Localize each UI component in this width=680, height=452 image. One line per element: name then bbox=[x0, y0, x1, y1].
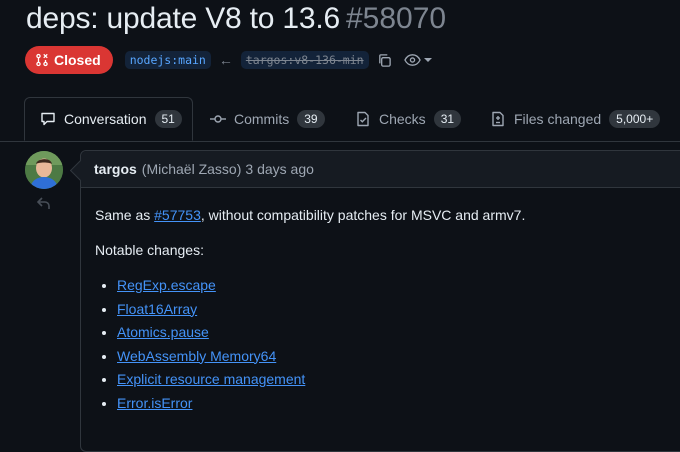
comment-author[interactable]: targos bbox=[94, 161, 137, 177]
tab-label: Checks bbox=[379, 111, 426, 127]
change-link[interactable]: WebAssembly Memory64 bbox=[117, 348, 276, 364]
status-badge: Closed bbox=[25, 46, 113, 74]
eye-icon bbox=[403, 54, 421, 66]
list-item: Error.isError bbox=[117, 395, 680, 412]
base-branch-link[interactable]: nodejs:main bbox=[124, 51, 211, 69]
comment-body: Same as #57753, without compatibility pa… bbox=[81, 188, 680, 437]
avatar[interactable] bbox=[25, 151, 63, 189]
comment-box: targos (Michaël Zasso) 3 days ago Same a… bbox=[69, 150, 680, 452]
intro-suffix: , without compatibility patches for MSVC… bbox=[200, 207, 526, 223]
list-item: Float16Array bbox=[117, 301, 680, 318]
tab-count: 51 bbox=[154, 110, 182, 128]
watch-dropdown-button[interactable] bbox=[403, 53, 432, 67]
tab-conversation[interactable]: Conversation 51 bbox=[24, 97, 193, 141]
tab-count: 31 bbox=[433, 110, 462, 128]
comment-header: targos (Michaël Zasso) 3 days ago bbox=[81, 151, 680, 188]
head-branch-link[interactable]: targos:v8-136-min bbox=[240, 51, 369, 69]
comment-icon bbox=[41, 112, 55, 126]
status-label: Closed bbox=[54, 52, 101, 68]
intro-prefix: Same as bbox=[95, 207, 155, 223]
chevron-down-icon bbox=[423, 58, 432, 62]
checklist-icon bbox=[357, 111, 369, 127]
change-link[interactable]: Error.isError bbox=[117, 395, 192, 411]
change-link[interactable]: Float16Array bbox=[117, 301, 197, 317]
tab-count: 39 bbox=[297, 110, 325, 128]
comment-author-fullname: (Michaël Zasso) bbox=[141, 161, 242, 177]
pr-meta-row: Closed nodejs:main ← targos:v8-136-min bbox=[25, 46, 432, 74]
tab-files-changed[interactable]: Files changed 5,000+ bbox=[480, 97, 670, 141]
change-link[interactable]: Atomics.pause bbox=[117, 324, 209, 340]
list-item: Explicit resource management bbox=[117, 371, 680, 388]
arrow-left-icon: ← bbox=[218, 52, 233, 68]
reply-icon bbox=[36, 196, 52, 215]
pr-title: deps: update V8 to 13.6 bbox=[26, 2, 340, 35]
notable-heading: Notable changes: bbox=[95, 242, 204, 258]
list-item: RegExp.escape bbox=[117, 277, 680, 294]
commit-icon bbox=[210, 115, 226, 123]
pr-reference-link[interactable]: #57753 bbox=[154, 207, 201, 223]
changes-list: RegExp.escape Float16Array Atomics.pause… bbox=[95, 277, 680, 412]
tab-label: Commits bbox=[234, 111, 290, 127]
pr-number: #58070 bbox=[346, 2, 447, 35]
tab-count: 5,000+ bbox=[609, 110, 661, 128]
change-link[interactable]: RegExp.escape bbox=[117, 277, 216, 293]
pr-tabs: Conversation 51 Commits 39 Checks 31 Fil… bbox=[0, 97, 680, 142]
tab-checks[interactable]: Checks 31 bbox=[345, 97, 471, 141]
change-link[interactable]: Explicit resource management bbox=[117, 371, 305, 387]
pr-title-row: deps: update V8 to 13.6 #58070 bbox=[26, 2, 446, 36]
file-diff-icon bbox=[492, 111, 504, 127]
tab-commits[interactable]: Commits 39 bbox=[200, 97, 335, 141]
tab-label: Conversation bbox=[64, 111, 147, 127]
list-item: Atomics.pause bbox=[117, 324, 680, 341]
git-pull-request-closed-icon bbox=[36, 53, 48, 67]
comment-intro: Same as #57753, without compatibility pa… bbox=[95, 207, 680, 223]
list-item: WebAssembly Memory64 bbox=[117, 348, 680, 365]
copy-icon[interactable] bbox=[377, 53, 392, 68]
tab-label: Files changed bbox=[514, 111, 602, 127]
comment-timestamp[interactable]: 3 days ago bbox=[245, 161, 314, 177]
